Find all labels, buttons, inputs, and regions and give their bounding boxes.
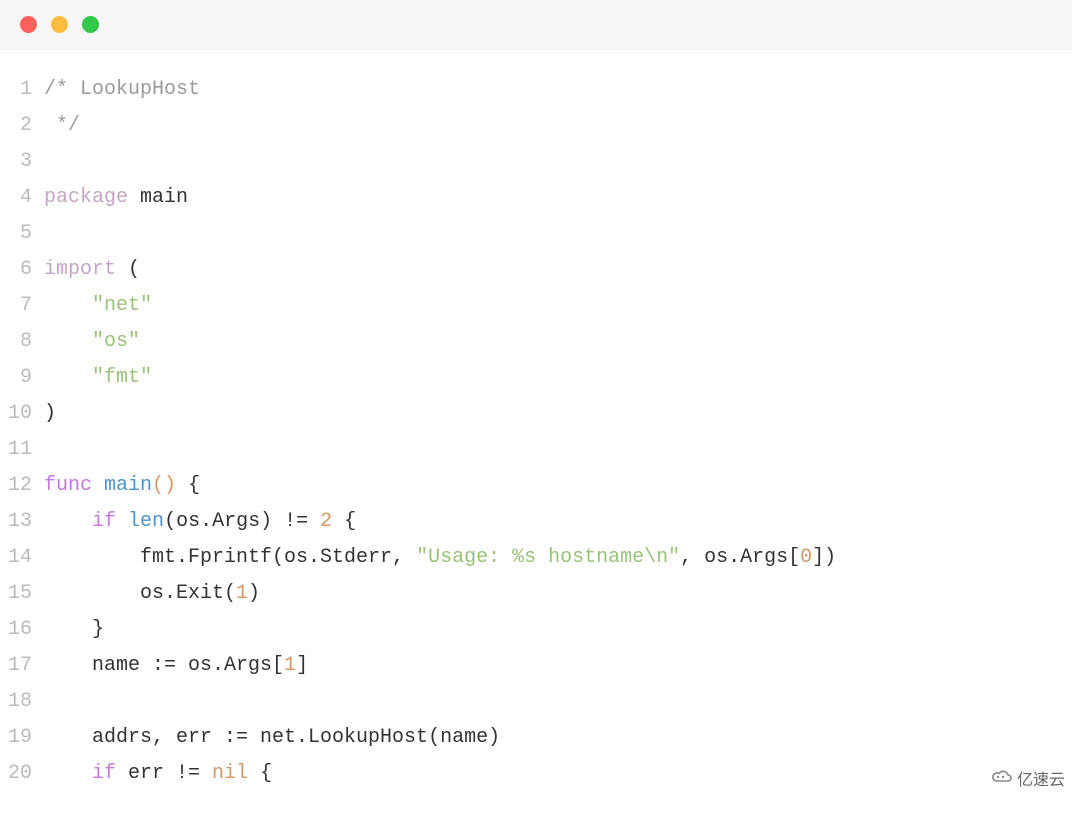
line-number: 11 (0, 432, 44, 468)
code-line: 20 if err != nil { (0, 756, 1072, 792)
code-line: 17 name := os.Args[1] (0, 648, 1072, 684)
minimize-icon[interactable] (51, 16, 68, 33)
code-line: 13 if len(os.Args) != 2 { (0, 504, 1072, 540)
code-line: 15 os.Exit(1) (0, 576, 1072, 612)
line-number: 8 (0, 324, 44, 360)
line-number: 19 (0, 720, 44, 756)
close-icon[interactable] (20, 16, 37, 33)
line-number: 15 (0, 576, 44, 612)
code-line: 6import ( (0, 252, 1072, 288)
code-content: if err != nil { (44, 756, 1072, 792)
code-line: 11 (0, 432, 1072, 468)
line-number: 5 (0, 216, 44, 252)
code-content (44, 144, 1072, 180)
code-content: ) (44, 396, 1072, 432)
code-line: 1/* LookupHost (0, 72, 1072, 108)
line-number: 2 (0, 108, 44, 144)
line-number: 18 (0, 684, 44, 720)
line-number: 10 (0, 396, 44, 432)
code-line: 14 fmt.Fprintf(os.Stderr, "Usage: %s hos… (0, 540, 1072, 576)
code-line: 16 } (0, 612, 1072, 648)
code-line: 7 "net" (0, 288, 1072, 324)
line-number: 12 (0, 468, 44, 504)
maximize-icon[interactable] (82, 16, 99, 33)
line-number: 6 (0, 252, 44, 288)
code-content: "net" (44, 288, 1072, 324)
code-content (44, 432, 1072, 468)
code-line: 5 (0, 216, 1072, 252)
code-line: 4package main (0, 180, 1072, 216)
watermark: 亿速云 (984, 764, 1072, 792)
code-content: addrs, err := net.LookupHost(name) (44, 720, 1072, 756)
code-content: package main (44, 180, 1072, 216)
window-header (0, 0, 1072, 50)
code-line: 3 (0, 144, 1072, 180)
code-content: name := os.Args[1] (44, 648, 1072, 684)
line-number: 3 (0, 144, 44, 180)
code-content (44, 684, 1072, 720)
line-number: 9 (0, 360, 44, 396)
code-content: "fmt" (44, 360, 1072, 396)
code-line: 2 */ (0, 108, 1072, 144)
code-content: /* LookupHost (44, 72, 1072, 108)
code-line: 19 addrs, err := net.LookupHost(name) (0, 720, 1072, 756)
line-number: 4 (0, 180, 44, 216)
code-content: os.Exit(1) (44, 576, 1072, 612)
code-content: } (44, 612, 1072, 648)
code-content: import ( (44, 252, 1072, 288)
line-number: 16 (0, 612, 44, 648)
code-area: 1/* LookupHost2 */34package main56import… (0, 50, 1072, 814)
code-content: if len(os.Args) != 2 { (44, 504, 1072, 540)
line-number: 1 (0, 72, 44, 108)
line-number: 20 (0, 756, 44, 792)
line-number: 13 (0, 504, 44, 540)
code-line: 18 (0, 684, 1072, 720)
line-number: 7 (0, 288, 44, 324)
code-line: 12func main() { (0, 468, 1072, 504)
code-content: */ (44, 108, 1072, 144)
watermark-text: 亿速云 (1017, 766, 1065, 790)
code-content: "os" (44, 324, 1072, 360)
code-line: 10) (0, 396, 1072, 432)
cloud-icon (991, 769, 1013, 788)
code-line: 9 "fmt" (0, 360, 1072, 396)
code-content (44, 216, 1072, 252)
code-content: func main() { (44, 468, 1072, 504)
code-content: fmt.Fprintf(os.Stderr, "Usage: %s hostna… (44, 540, 1072, 576)
code-line: 8 "os" (0, 324, 1072, 360)
line-number: 14 (0, 540, 44, 576)
line-number: 17 (0, 648, 44, 684)
